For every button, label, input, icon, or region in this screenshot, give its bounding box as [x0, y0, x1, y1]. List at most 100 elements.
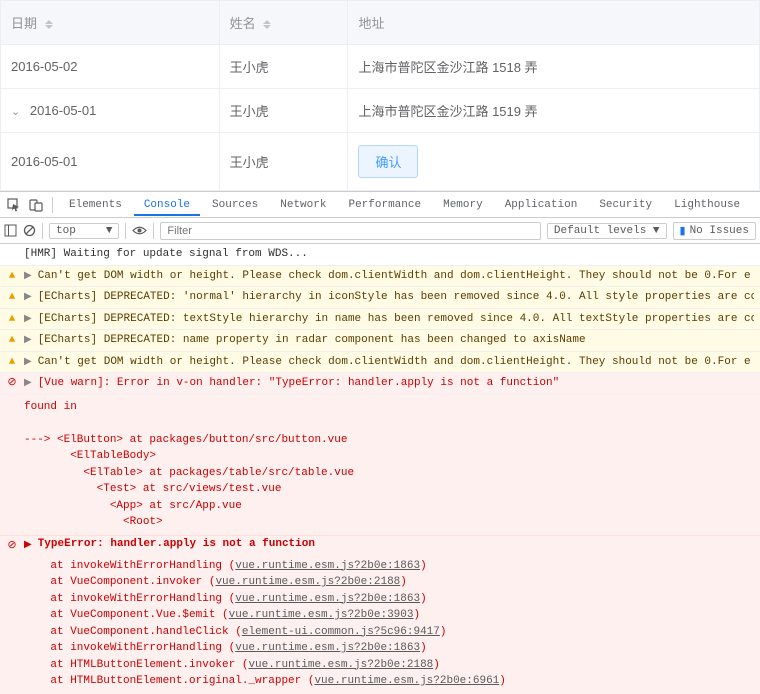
trace-line: at HTMLButtonElement.invoker (vue.runtim… — [24, 657, 754, 674]
log-warn[interactable]: ▲ ▶ [ECharts] DEPRECATED: textStyle hier… — [0, 309, 760, 331]
table-body: 2016-05-02 王小虎 上海市普陀区金沙江路 1518 弄 ⌄ 2016-… — [1, 45, 760, 191]
error-icon: ⊘ — [6, 375, 18, 392]
trace-fn: at VueComponent.Vue.$emit ( — [24, 609, 229, 621]
device-toggle-icon[interactable] — [26, 195, 46, 215]
expand-arrow-icon[interactable]: ▶ — [24, 311, 32, 327]
trace-fn: at HTMLButtonElement.original._wrapper ( — [24, 675, 314, 687]
header-label: 日期 — [11, 16, 37, 31]
data-table: 日期 姓名 地址 2016-05-02 王小虎 上海市普陀区金沙江路 1518 … — [0, 0, 760, 191]
col-header-date[interactable]: 日期 — [1, 1, 220, 45]
cell-name: 王小虎 — [230, 104, 269, 119]
vue-error-body: found in ---> <ElButton> at packages/but… — [0, 395, 760, 536]
trace-fn: at VueComponent.handleClick ( — [24, 626, 242, 638]
tab-lighthouse[interactable]: Lighthouse — [664, 194, 750, 216]
header-label: 地址 — [358, 16, 384, 31]
log-message: TypeError: handler.apply is not a functi… — [38, 538, 315, 550]
sort-icon[interactable] — [45, 20, 53, 29]
cell-name: 王小虎 — [230, 60, 269, 75]
context-label: top — [56, 225, 76, 237]
cell-date: 2016-05-01 — [11, 154, 78, 169]
expand-arrow-icon[interactable]: ▶ — [24, 332, 32, 348]
cell-date: 2016-05-02 — [11, 59, 78, 74]
trace-location-link[interactable]: vue.runtime.esm.js?2b0e:3903 — [229, 609, 414, 621]
expand-arrow-icon[interactable]: ▶ — [24, 538, 32, 551]
trace-line: at VueComponent.handleClick (element-ui.… — [24, 624, 754, 641]
trace-location-link[interactable]: vue.runtime.esm.js?2b0e:1863 — [235, 560, 420, 572]
expand-arrow-icon[interactable]: ▶ — [24, 268, 32, 284]
issues-button[interactable]: ▮ No Issues — [673, 222, 756, 240]
trace-fn: at HTMLButtonElement.invoker ( — [24, 659, 248, 671]
trace-location-link[interactable]: vue.runtime.esm.js?2b0e:2188 — [215, 576, 400, 588]
filter-wrapper — [160, 222, 540, 240]
filter-input[interactable] — [160, 222, 540, 240]
inspect-icon[interactable] — [4, 195, 24, 215]
stack-trace: at invokeWithErrorHandling (vue.runtime.… — [0, 554, 760, 694]
log-levels-selector[interactable]: Default levels ▼ — [547, 223, 667, 239]
warn-icon: ▲ — [6, 332, 18, 349]
log-warn[interactable]: ▲ ▶ Can't get DOM width or height. Pleas… — [0, 266, 760, 288]
divider — [42, 223, 43, 239]
trace-line: at VueComponent.Vue.$emit (vue.runtime.e… — [24, 607, 754, 624]
devtools-tabs: Elements Console Sources Network Perform… — [0, 192, 760, 218]
tab-console[interactable]: Console — [134, 194, 200, 216]
eye-icon[interactable] — [132, 224, 147, 237]
cell-addr: 上海市普陀区金沙江路 1518 弄 — [358, 60, 537, 75]
log-message: [ECharts] DEPRECATED: textStyle hierarch… — [38, 311, 754, 328]
cell-name: 王小虎 — [230, 155, 269, 170]
tab-elements[interactable]: Elements — [59, 194, 132, 216]
console-toolbar: top ▼ Default levels ▼ ▮ No Issues — [0, 218, 760, 244]
tab-sources[interactable]: Sources — [202, 194, 268, 216]
tab-network[interactable]: Network — [270, 194, 336, 216]
col-header-addr: 地址 — [348, 1, 760, 45]
trace-line: at invokeWithErrorHandling (vue.runtime.… — [24, 640, 754, 657]
col-header-name[interactable]: 姓名 — [219, 1, 348, 45]
trace-location-link[interactable]: vue.runtime.esm.js?2b0e:1863 — [235, 642, 420, 654]
table-row[interactable]: ⌄ 2016-05-01 王小虎 上海市普陀区金沙江路 1519 弄 — [1, 89, 760, 133]
table-row[interactable]: 2016-05-01 王小虎 确认 — [1, 133, 760, 191]
warn-icon: ▲ — [6, 268, 18, 285]
expand-toggle-icon[interactable]: ⌄ — [11, 105, 20, 118]
header-label: 姓名 — [230, 16, 256, 31]
log-info[interactable]: [HMR] Waiting for update signal from WDS… — [0, 244, 760, 266]
log-message: [Vue warn]: Error in v-on handler: "Type… — [38, 375, 754, 392]
warn-icon: ▲ — [6, 311, 18, 328]
tab-application[interactable]: Application — [495, 194, 588, 216]
trace-fn: at invokeWithErrorHandling ( — [24, 642, 235, 654]
log-message: [ECharts] DEPRECATED: name property in r… — [38, 332, 754, 349]
flag-icon: ▮ — [680, 224, 686, 238]
confirm-button[interactable]: 确认 — [358, 145, 418, 178]
log-message: Can't get DOM width or height. Please ch… — [38, 268, 754, 285]
trace-fn: at invokeWithErrorHandling ( — [24, 593, 235, 605]
tab-memory[interactable]: Memory — [433, 194, 493, 216]
trace-fn: at invokeWithErrorHandling ( — [24, 560, 235, 572]
sort-icon[interactable] — [263, 20, 271, 29]
clear-console-icon[interactable] — [23, 224, 36, 237]
trace-location-link[interactable]: element-ui.common.js?5c96:9417 — [242, 626, 440, 638]
issues-label: No Issues — [690, 225, 749, 237]
context-selector[interactable]: top ▼ — [49, 223, 119, 239]
tab-performance[interactable]: Performance — [338, 194, 431, 216]
expand-arrow-icon[interactable]: ▶ — [24, 354, 32, 370]
log-warn[interactable]: ▲ ▶ [ECharts] DEPRECATED: name property … — [0, 330, 760, 352]
trace-line: at invokeWithErrorHandling (vue.runtime.… — [24, 591, 754, 608]
log-message: Can't get DOM width or height. Please ch… — [38, 354, 754, 371]
warn-icon: ▲ — [6, 289, 18, 306]
expand-arrow-icon[interactable]: ▶ — [24, 375, 32, 391]
error-icon: ⊘ — [6, 538, 18, 552]
log-warn[interactable]: ▲ ▶ [ECharts] DEPRECATED: 'normal' hiera… — [0, 287, 760, 309]
console-body: [HMR] Waiting for update signal from WDS… — [0, 244, 760, 694]
log-error[interactable]: ⊘ ▶ [Vue warn]: Error in v-on handler: "… — [0, 373, 760, 395]
warn-icon: ▲ — [6, 354, 18, 371]
trace-line: at HTMLButtonElement.original._wrapper (… — [24, 673, 754, 690]
table-row[interactable]: 2016-05-02 王小虎 上海市普陀区金沙江路 1518 弄 — [1, 45, 760, 89]
tab-security[interactable]: Security — [589, 194, 662, 216]
trace-location-link[interactable]: vue.runtime.esm.js?2b0e:6961 — [314, 675, 499, 687]
trace-location-link[interactable]: vue.runtime.esm.js?2b0e:1863 — [235, 593, 420, 605]
divider — [153, 223, 154, 239]
log-message: [ECharts] DEPRECATED: 'normal' hierarchy… — [38, 289, 754, 306]
log-warn[interactable]: ▲ ▶ Can't get DOM width or height. Pleas… — [0, 352, 760, 374]
expand-arrow-icon[interactable]: ▶ — [24, 289, 32, 305]
log-error[interactable]: ⊘ ▶ TypeError: handler.apply is not a fu… — [0, 536, 760, 554]
trace-location-link[interactable]: vue.runtime.esm.js?2b0e:2188 — [248, 659, 433, 671]
sidebar-toggle-icon[interactable] — [4, 224, 17, 237]
